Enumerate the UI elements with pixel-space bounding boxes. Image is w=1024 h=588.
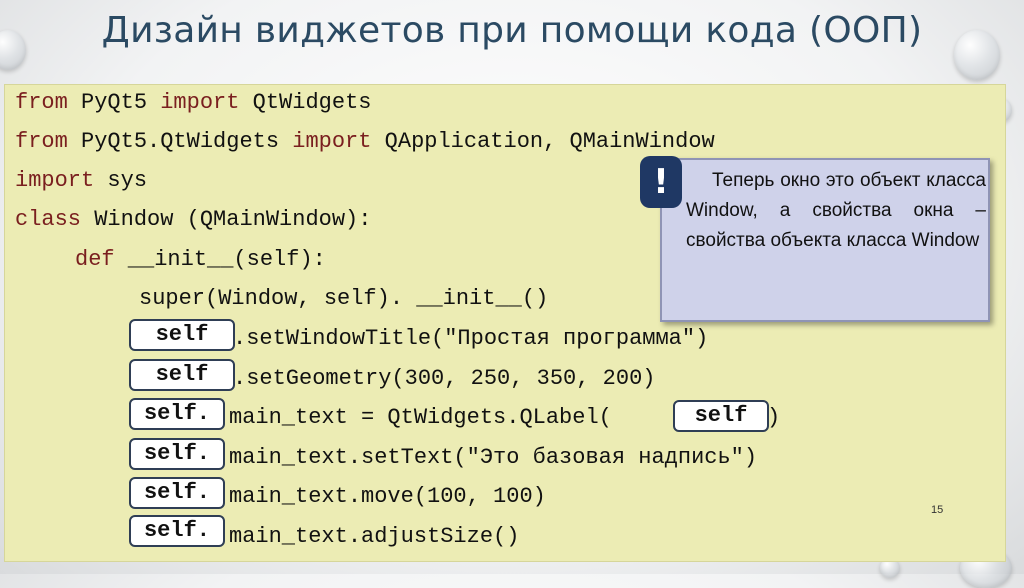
code-listing: from PyQt5 import QtWidgets from PyQt5.Q… xyxy=(5,85,780,548)
code-text: Window (QMainWindow): xyxy=(81,207,372,232)
keyword: import xyxy=(15,168,95,193)
code-text: QApplication, QMainWindow xyxy=(371,129,715,154)
code-text: QtWidgets xyxy=(239,90,372,115)
code-line: from PyQt5 import QtWidgets xyxy=(15,92,371,114)
code-text: __init__(self): xyxy=(114,247,326,272)
fill-in-blank-self: self. xyxy=(129,477,225,509)
code-line: .setGeometry(300, 250, 350, 200) xyxy=(233,368,655,390)
code-line: import sys xyxy=(15,170,147,192)
page-number: 15 xyxy=(931,504,944,516)
code-line: class Window (QMainWindow): xyxy=(15,209,371,231)
keyword: import xyxy=(292,129,372,154)
slide-title: Дизайн виджетов при помощи кода (ООП) xyxy=(101,10,923,51)
fill-in-blank-self: self xyxy=(673,400,769,432)
code-text: main_text.setText("Это базовая надпись") xyxy=(229,445,758,470)
code-line: from PyQt5.QtWidgets import QApplication… xyxy=(15,131,715,153)
note-text: Теперь окно это объект класса Window, а … xyxy=(686,170,986,251)
fill-in-blank-self: self xyxy=(129,359,235,391)
fill-in-blank-self: self xyxy=(129,319,235,351)
code-text: main_text.adjustSize() xyxy=(229,524,520,549)
keyword: import xyxy=(160,90,240,115)
code-line: main_text.adjustSize() xyxy=(229,526,519,548)
code-text: sys xyxy=(94,168,148,193)
code-line: def __init__(self): xyxy=(75,249,326,271)
code-line: super(Window, self). __init__() xyxy=(139,288,548,310)
code-line: main_text.move(100, 100) xyxy=(229,486,546,508)
code-text: main_text = QtWidgets.QLabel( xyxy=(229,405,612,430)
code-text: .setGeometry(300, 250, 350, 200) xyxy=(233,366,656,391)
fill-in-blank-self: self. xyxy=(129,398,225,430)
keyword: from xyxy=(15,90,68,115)
fill-in-blank-self: self. xyxy=(129,438,225,470)
code-text: super(Window, self). __init__() xyxy=(139,286,549,311)
code-line: .setWindowTitle("Простая программа") xyxy=(233,328,708,350)
code-text: PyQt5 xyxy=(67,90,161,115)
keyword: from xyxy=(15,129,68,154)
code-text: .setWindowTitle("Простая программа") xyxy=(233,326,709,351)
code-text: main_text.move(100, 100) xyxy=(229,484,546,509)
code-line: main_text = QtWidgets.QLabel( xyxy=(229,407,612,429)
fill-in-blank-self: self. xyxy=(129,515,225,547)
exclamation-icon: ! xyxy=(640,156,682,208)
info-note: Теперь окно это объект класса Window, а … xyxy=(660,158,990,322)
code-line: main_text.setText("Это базовая надпись") xyxy=(229,447,757,469)
code-text: PyQt5.QtWidgets xyxy=(67,129,293,154)
code-block: from PyQt5 import QtWidgets from PyQt5.Q… xyxy=(4,84,1006,562)
keyword: class xyxy=(15,207,82,232)
keyword: def xyxy=(75,247,115,272)
